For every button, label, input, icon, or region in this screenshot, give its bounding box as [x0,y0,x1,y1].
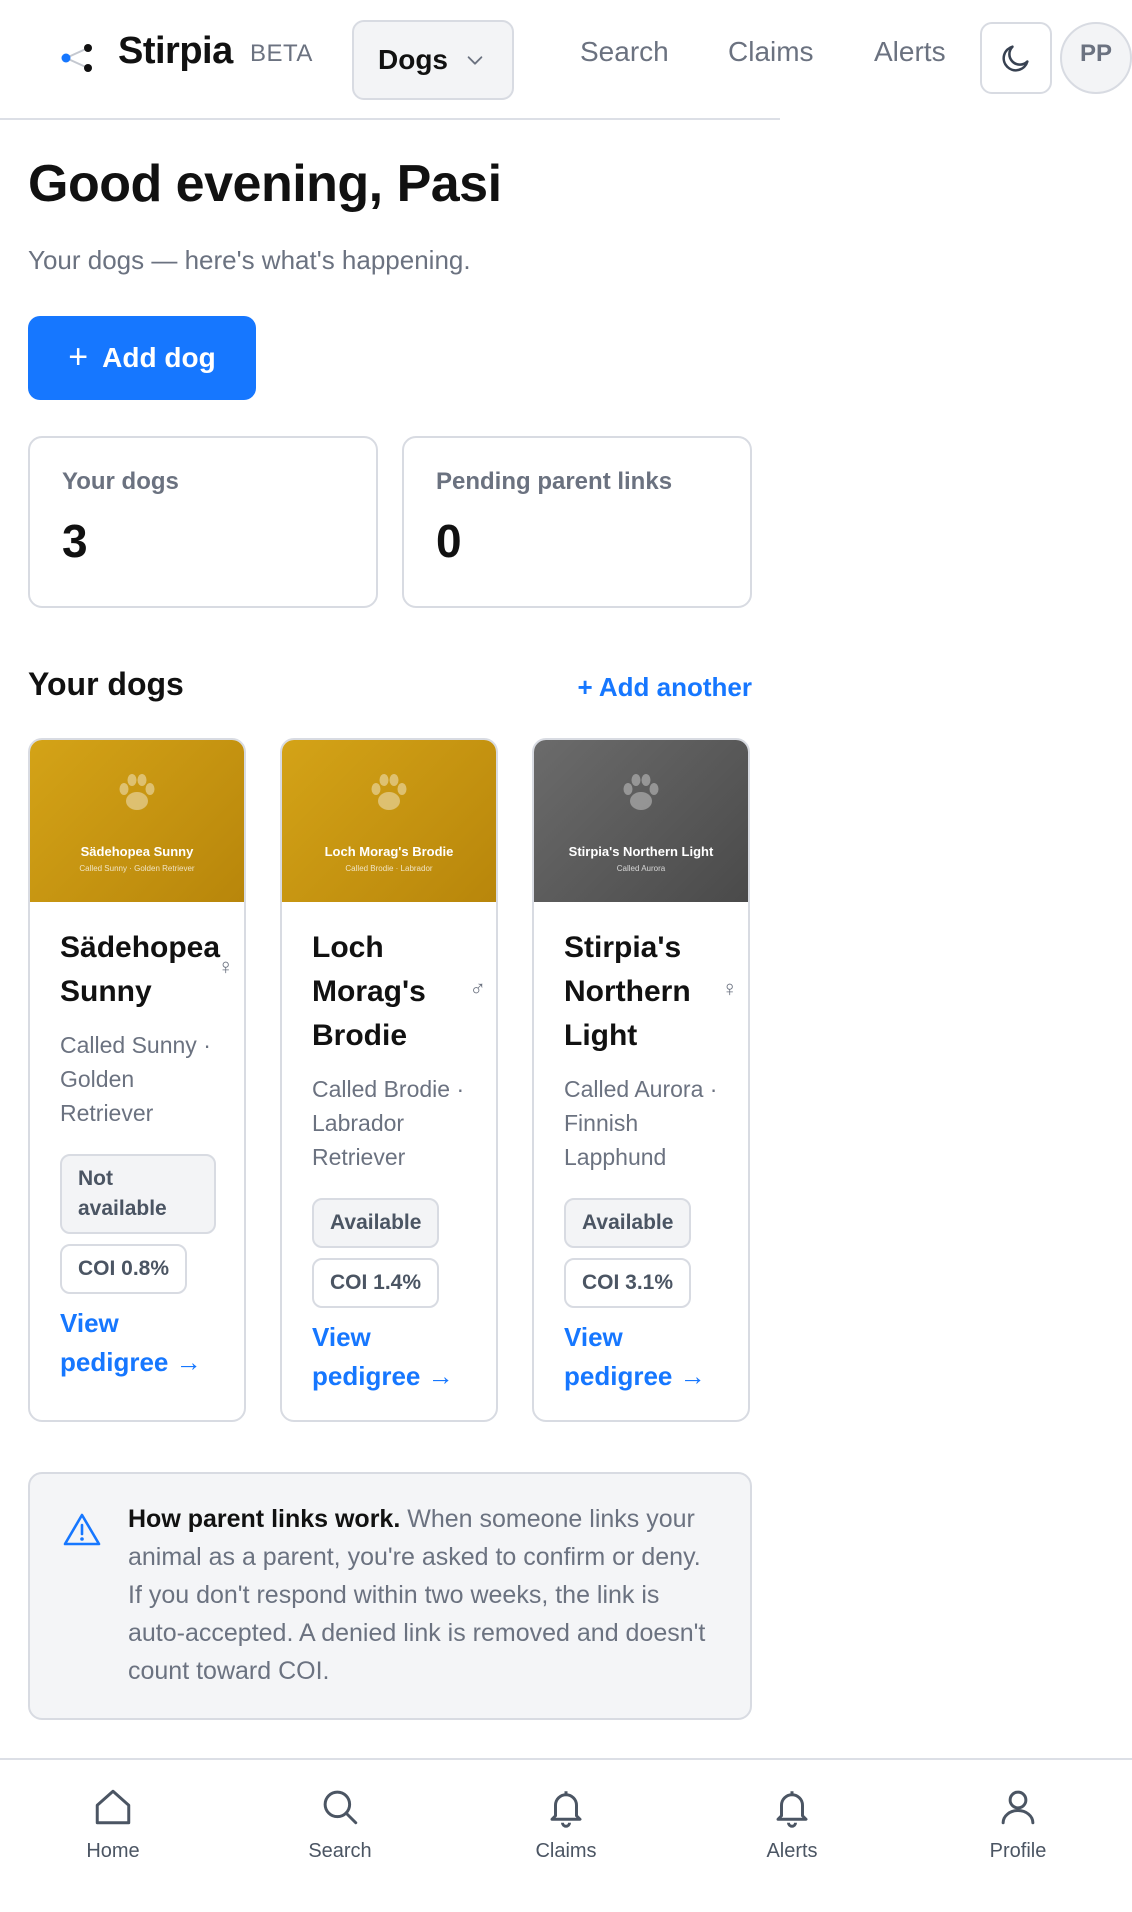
banner-dog-subtitle: Called Aurora [616,864,666,873]
dog-name: Sädehopea Sunny [60,931,221,1008]
paw-icon [119,774,155,810]
home-icon [95,1789,131,1825]
stat-card-pending-links: Pending parent links 0 [402,436,752,608]
stat-label: Your dogs [62,468,179,495]
nav-link-search[interactable]: Search [580,36,669,68]
view-pedigree-link[interactable]: View pedigree → [564,1322,706,1391]
section-select-label: Dogs [378,44,448,75]
stirpia-logo-icon[interactable] [58,38,98,78]
nav-link-claims[interactable]: Claims [728,36,814,68]
theme-toggle-button[interactable] [980,22,1052,94]
dog-card[interactable]: Sädehopea Sunny Called Sunny · Golden Re… [28,738,246,1422]
female-icon: ♀ [217,954,235,979]
bell-icon [550,1791,582,1828]
bottom-nav-label: Alerts [766,1840,818,1862]
dog-description: Called Aurora · Finnish Lapphund [564,1076,718,1170]
chevron-down-icon [467,56,483,65]
view-pedigree-link[interactable]: View pedigree → [312,1322,454,1391]
availability-badge: Available [564,1198,692,1248]
plus-icon: + [68,338,89,376]
paw-icon [623,774,659,810]
avatar-initials: PP [1079,40,1112,67]
section-title: Your dogs [28,666,184,702]
nav-link-alerts[interactable]: Alerts [874,36,946,68]
female-icon: ♀ [721,976,739,1001]
beta-badge: BETA [250,40,313,67]
dog-name: Loch Morag's Brodie [312,931,426,1052]
stat-value: 3 [62,515,88,567]
add-another-link[interactable]: + Add another [577,672,752,703]
bottom-nav-alerts[interactable]: Alerts [722,1786,862,1863]
bell-icon [776,1791,808,1828]
moon-icon [1002,45,1029,72]
dog-card[interactable]: Stirpia's Northern Light Called Aurora S… [532,738,750,1422]
male-icon: ♂ [469,976,487,1001]
bottom-nav-label: Claims [535,1840,597,1862]
dog-description: Called Sunny · Golden Retriever [60,1032,211,1126]
coi-badge: COI 0.8% [60,1244,188,1294]
warning-icon [63,1513,101,1546]
bottom-nav-claims[interactable]: Claims [496,1786,636,1863]
header-divider [0,118,780,120]
add-dog-button[interactable]: + Add dog [28,316,256,400]
avatar[interactable]: PP [1060,22,1132,94]
view-pedigree-link[interactable]: View pedigree → [60,1308,202,1377]
bottom-nav: Home Search Claims Alerts Profile [0,1758,1132,1912]
dog-card-banner: Sädehopea Sunny Called Sunny · Golden Re… [30,740,244,902]
stat-card-your-dogs: Your dogs 3 [28,436,378,608]
person-icon [1001,1790,1035,1825]
page-title: Good evening, Pasi [28,155,502,213]
add-dog-label: Add dog [102,342,216,373]
search-icon [323,1790,358,1825]
bottom-nav-label: Profile [989,1840,1047,1862]
banner-dog-subtitle: Called Brodie · Labrador [345,864,433,873]
banner-dog-name: Stirpia's Northern Light [568,844,714,859]
dog-card-banner: Loch Morag's Brodie Called Brodie · Labr… [282,740,496,902]
info-text: How parent links work. When someone link… [128,1500,720,1690]
page-subtitle: Your dogs — here's what's happening. [28,245,471,275]
stat-value: 0 [436,515,462,567]
banner-dog-subtitle: Called Sunny · Golden Retriever [79,864,195,873]
paw-icon [371,774,407,810]
brand-name[interactable]: Stirpia [118,30,233,73]
dog-name: Stirpia's Northern Light [564,931,691,1052]
bottom-nav-home[interactable]: Home [43,1786,183,1863]
dog-description: Called Brodie · Labrador Retriever [312,1076,465,1170]
section-select[interactable]: Dogs [352,20,514,100]
top-header: Stirpia BETA Dogs Search Claims Alerts P… [0,0,1132,120]
banner-dog-name: Sädehopea Sunny [80,844,194,859]
availability-badge: Not available [60,1154,216,1234]
info-heading: How parent links work. [128,1505,401,1533]
coi-badge: COI 3.1% [564,1258,692,1308]
bottom-nav-search[interactable]: Search [270,1786,410,1863]
banner-dog-name: Loch Morag's Brodie [324,844,454,859]
parent-links-info-box: How parent links work. When someone link… [28,1472,752,1720]
stat-label: Pending parent links [436,468,673,495]
dog-card-banner: Stirpia's Northern Light Called Aurora [534,740,748,902]
availability-badge: Available [312,1198,440,1248]
dog-card[interactable]: Loch Morag's Brodie Called Brodie · Labr… [280,738,498,1422]
bottom-nav-label: Home [86,1840,140,1862]
bottom-nav-label: Search [308,1840,372,1862]
coi-badge: COI 1.4% [312,1258,440,1308]
bottom-nav-profile[interactable]: Profile [948,1786,1088,1863]
